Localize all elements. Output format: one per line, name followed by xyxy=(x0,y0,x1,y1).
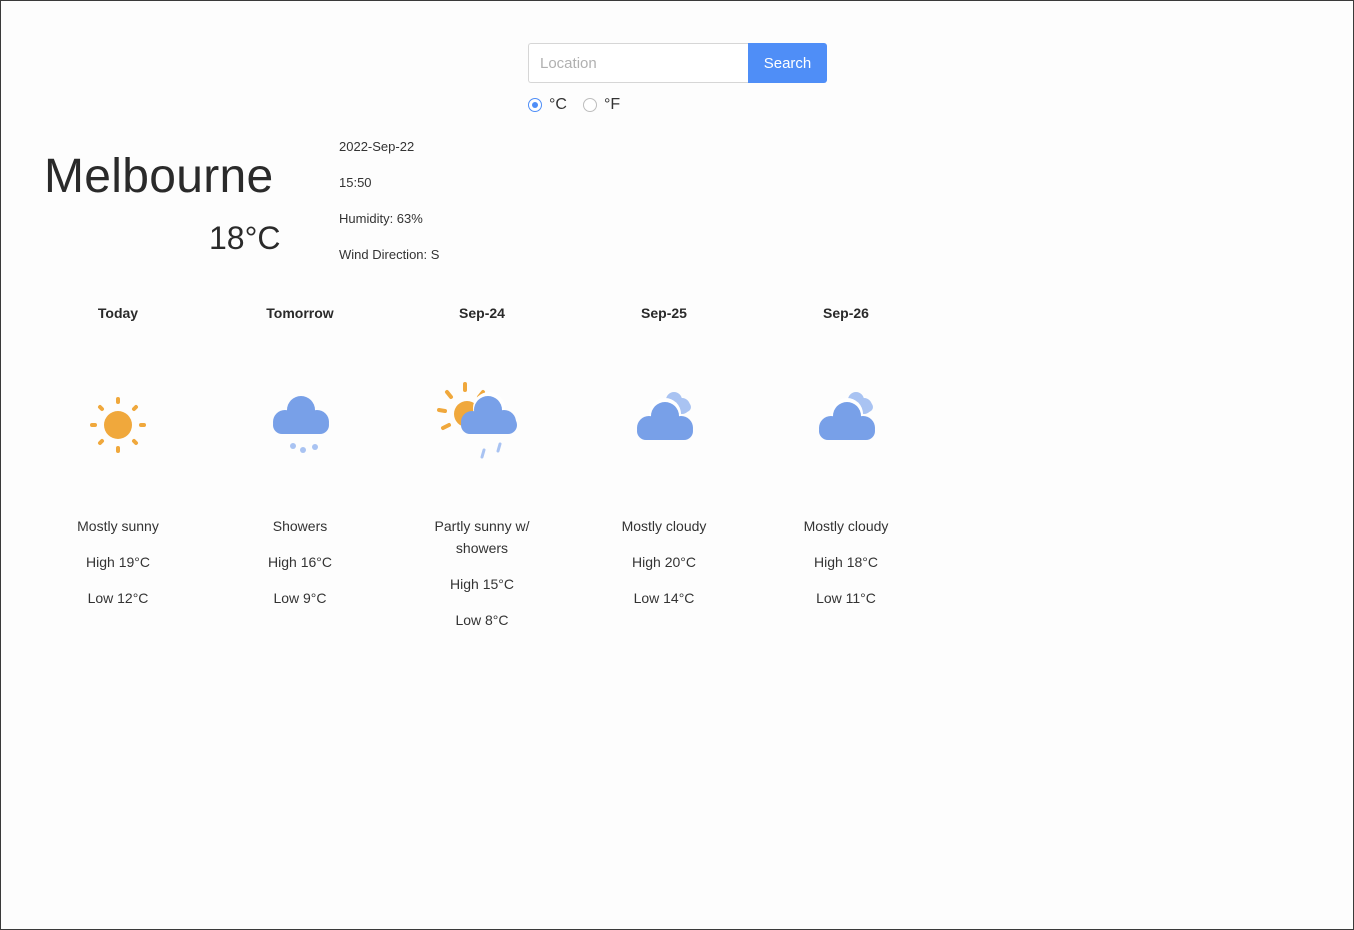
celsius-label: °C xyxy=(549,96,567,113)
forecast-day-name: Today xyxy=(97,305,139,321)
current-date: 2022-Sep-22 xyxy=(339,139,415,154)
current-details: 2022-Sep-22 15:50 Humidity: 63% Wind Dir… xyxy=(339,139,439,283)
current-temperature: 18°C xyxy=(209,220,281,256)
forecast-high: High 20°C xyxy=(632,554,696,570)
partly-sunny-showers-icon xyxy=(391,349,573,501)
current-humidity: Humidity: 63% xyxy=(339,211,423,226)
forecast-high: High 15°C xyxy=(450,576,514,592)
forecast-day-name: Sep-26 xyxy=(823,305,869,321)
celsius-option[interactable]: °C xyxy=(528,96,567,114)
forecast-description: Partly sunny w/ showers xyxy=(434,518,530,556)
app-window: Search °C °F Melbourne 18°C 2022-Sep-22 … xyxy=(0,0,1354,930)
forecast-day: Sep-26 Mostly cloudy High 18°C Low 11°C xyxy=(755,303,937,631)
current-wind: Wind Direction: S xyxy=(339,247,440,262)
forecast-day: Sep-25 Mostly cloudy High 20°C Low 14°C xyxy=(573,303,755,631)
celsius-radio[interactable] xyxy=(528,98,542,112)
unit-selector: °C °F xyxy=(528,96,636,114)
forecast-list: Today Mostly sunny High 19°C Low 12°C To… xyxy=(27,303,937,631)
forecast-description: Mostly sunny xyxy=(77,518,159,534)
forecast-day-name: Sep-24 xyxy=(459,305,505,321)
forecast-low: Low 12°C xyxy=(87,590,149,606)
forecast-high: High 19°C xyxy=(86,554,150,570)
forecast-description: Mostly cloudy xyxy=(803,518,889,534)
forecast-low: Low 8°C xyxy=(455,612,509,628)
fahrenheit-option[interactable]: °F xyxy=(582,96,621,114)
forecast-day: Today Mostly sunny High 19°C Low 12°C xyxy=(27,303,209,631)
forecast-day-name: Sep-25 xyxy=(641,305,687,321)
forecast-day: Sep-24 Partly sunny w/ showers High 15°C… xyxy=(391,303,573,631)
sunny-icon xyxy=(27,349,209,501)
search-bar: Search xyxy=(528,43,827,83)
current-time: 15:50 xyxy=(339,175,372,190)
forecast-day: Tomorrow Showers High 16°C Low 9°C xyxy=(209,303,391,631)
forecast-high: High 18°C xyxy=(814,554,878,570)
mostly-cloudy-icon xyxy=(755,349,937,501)
mostly-cloudy-icon xyxy=(573,349,755,501)
forecast-high: High 16°C xyxy=(268,554,332,570)
search-button[interactable]: Search xyxy=(748,43,827,83)
fahrenheit-label: °F xyxy=(603,96,621,113)
forecast-low: Low 9°C xyxy=(273,590,327,606)
forecast-description: Showers xyxy=(272,518,328,534)
forecast-day-name: Tomorrow xyxy=(266,305,334,321)
forecast-low: Low 11°C xyxy=(816,590,876,606)
location-input[interactable] xyxy=(528,43,748,83)
forecast-low: Low 14°C xyxy=(633,590,695,606)
forecast-description: Mostly cloudy xyxy=(621,518,707,534)
showers-icon xyxy=(209,349,391,501)
city-name: Melbourne xyxy=(44,150,274,203)
fahrenheit-radio[interactable] xyxy=(582,98,597,112)
